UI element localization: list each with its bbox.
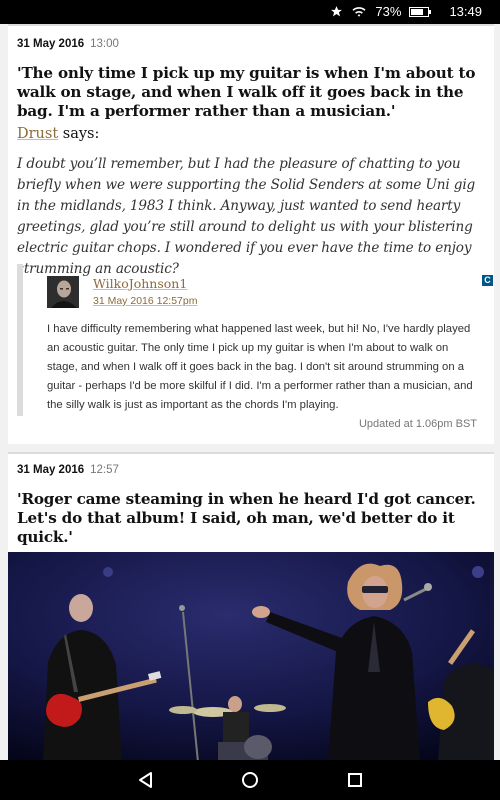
post-headline: 'Roger came steaming in when he heard I'…: [17, 490, 476, 546]
recents-icon[interactable]: [343, 768, 367, 792]
status-bar: 73% 13:49: [0, 0, 500, 24]
avatar[interactable]: [47, 276, 79, 308]
reader-comment: I doubt you’ll remember, but I had the p…: [17, 156, 476, 277]
reply-date[interactable]: 31 May 2016 12:57pm: [93, 295, 198, 307]
post-timestamp: 31 May 2016 12:57: [17, 464, 119, 476]
home-icon[interactable]: [238, 768, 262, 792]
commenter-name[interactable]: Drust: [17, 126, 58, 142]
says-label: says:: [62, 126, 100, 142]
post-timestamp: 31 May 2016 13:00: [17, 38, 119, 50]
reply-block: WilkoJohnson1 31 May 2016 12:57pm C I ha…: [17, 264, 493, 416]
post-time[interactable]: 12:57: [90, 464, 119, 476]
post-headline: 'The only time I pick up my guitar is wh…: [17, 64, 476, 120]
concert-photo[interactable]: [8, 552, 494, 762]
live-blog-post: 31 May 2016 12:57 'Roger came steaming in…: [8, 452, 494, 762]
live-blog-post: 31 May 2016 13:00 'The only time I pick u…: [8, 24, 494, 444]
reply-author[interactable]: WilkoJohnson1: [93, 276, 187, 291]
updated-time: Updated at 1.06pm BST: [358, 418, 477, 430]
back-icon[interactable]: [133, 768, 157, 792]
reply-text: I have difficulty remembering what happe…: [47, 323, 473, 411]
post-time[interactable]: 13:00: [90, 38, 119, 50]
contributor-badge-icon: C: [482, 275, 493, 286]
wifi-icon: [351, 5, 367, 18]
comment-attribution: Drust says:: [17, 126, 99, 142]
navigation-bar: [0, 760, 500, 800]
post-date: 31 May 2016: [17, 38, 85, 50]
battery-charging-icon: [409, 6, 432, 17]
post-date: 31 May 2016: [17, 464, 85, 476]
clock: 13:49: [449, 4, 482, 19]
star-icon: [330, 5, 343, 18]
battery-percent: 73%: [375, 4, 402, 19]
